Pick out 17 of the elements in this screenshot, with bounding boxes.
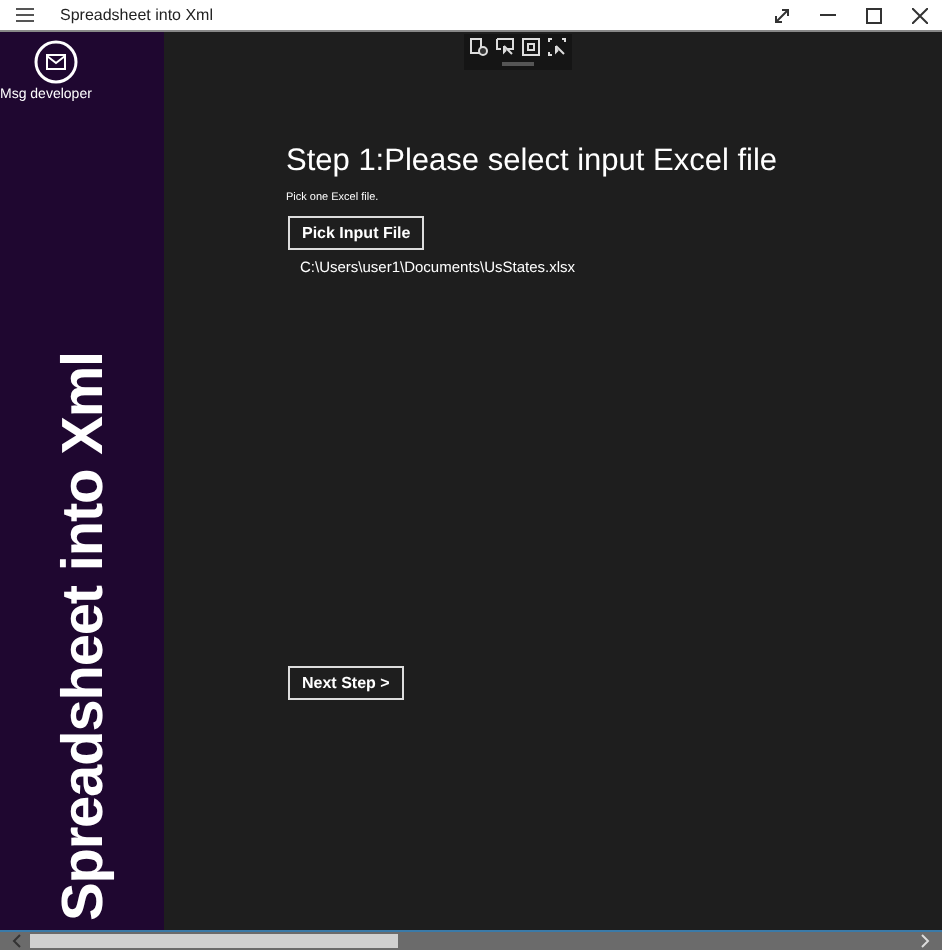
resize-icon[interactable] [774,7,790,23]
close-icon[interactable] [912,7,928,23]
horizontal-scrollbar[interactable] [0,930,942,950]
next-step-button[interactable]: Next Step > [288,666,404,700]
pointer-select-icon[interactable] [495,38,513,56]
step-heading: Step 1:Please select input Excel file [286,144,778,180]
selection-icon[interactable] [547,38,565,56]
menu-icon[interactable] [16,8,34,22]
frame-icon[interactable] [521,38,539,56]
mail-icon[interactable] [33,40,78,84]
scroll-left-icon[interactable] [12,934,22,948]
scroll-right-icon[interactable] [920,934,930,948]
window-title: Spreadsheet into Xml [60,6,213,24]
scrollbar-thumb[interactable] [30,934,398,948]
pick-input-file-button[interactable]: Pick Input File [288,216,425,250]
app-banner-title: Spreadsheet into Xml [56,352,114,922]
maximize-icon[interactable] [866,7,882,23]
